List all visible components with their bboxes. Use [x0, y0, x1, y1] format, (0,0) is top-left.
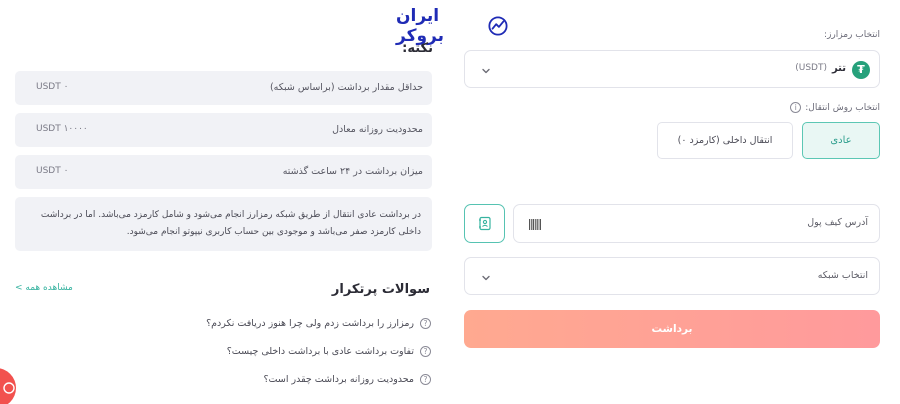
address-book-icon: [478, 216, 491, 231]
scan-address-button[interactable]: [464, 204, 505, 243]
question-icon: ?: [420, 374, 431, 385]
chart-trend-icon: [488, 16, 508, 36]
coin-code: (USDT): [795, 63, 827, 73]
network-select-placeholder: انتخاب شبکه: [817, 270, 868, 281]
withdraw-button-label: برداشت: [651, 323, 693, 335]
info-row-value: USDT ۰: [36, 82, 69, 92]
method-normal-label: عادی: [830, 135, 852, 146]
question-icon: ?: [420, 318, 431, 329]
chevron-down-icon: [480, 269, 492, 288]
info-row-value: USDT ۰: [36, 166, 69, 176]
faq-question: تفاوت برداشت عادی با برداشت داخلی چیست؟: [226, 346, 414, 357]
faq-item[interactable]: ? محدودیت روزانه برداشت چقدر است؟: [264, 374, 431, 385]
faq-question: رمزارز را برداشت زدم ولی چرا هنوز دریافت…: [206, 318, 414, 329]
info-row-min-withdraw: حداقل مقدار برداشت (براساس شبکه) USDT ۰: [15, 71, 432, 105]
support-chat-button[interactable]: [0, 368, 16, 404]
coin-select[interactable]: ₮ تتر (USDT): [464, 50, 880, 88]
brand-logo[interactable]: ایران بروکر: [396, 6, 508, 46]
info-row-last-24h: میزان برداشت در ۲۴ ساعت گذشته USDT ۰: [15, 155, 432, 189]
transfer-method-label: انتخاب روش انتقال:: [805, 102, 880, 113]
info-row-value: USDT ۱۰۰۰۰: [36, 124, 88, 134]
coin-name: تتر: [831, 63, 846, 74]
faq-item[interactable]: ? رمزارز را برداشت زدم ولی چرا هنوز دریا…: [206, 318, 431, 329]
info-row-label: محدودیت روزانه معادل: [332, 124, 423, 135]
info-icon[interactable]: i: [790, 102, 802, 113]
method-internal-button[interactable]: انتقال داخلی (کارمزد ۰): [657, 122, 793, 159]
faq-title: سوالات پرتکرار: [331, 282, 430, 297]
brand-name: ایران بروکر: [396, 6, 445, 46]
wallet-address-placeholder: آدرس کیف پول: [807, 217, 868, 228]
withdraw-button[interactable]: برداشت: [464, 310, 880, 348]
faq-question: محدودیت روزانه برداشت چقدر است؟: [263, 374, 414, 385]
chevron-down-icon: [480, 62, 492, 81]
note-description: در برداشت عادی انتقال از طریق شبکه رمزار…: [15, 197, 432, 251]
transfer-method-label-row: انتخاب روش انتقال: i: [790, 102, 880, 113]
wallet-address-field[interactable]: آدرس کیف پول: [513, 204, 880, 243]
info-row-label: حداقل مقدار برداشت (براساس شبکه): [269, 82, 423, 93]
method-internal-label: انتقال داخلی (کارمزد ۰): [677, 135, 773, 146]
faq-item[interactable]: ? تفاوت برداشت عادی با برداشت داخلی چیست…: [227, 346, 431, 357]
note-text-line: داخلی کارمزد صفر می‌باشد و موجودی بین حس…: [126, 227, 421, 237]
coin-select-label: انتخاب رمزارز:: [824, 30, 880, 40]
network-select[interactable]: انتخاب شبکه: [464, 257, 880, 295]
note-title: نکته:: [402, 41, 433, 56]
question-icon: ?: [420, 346, 431, 357]
method-normal-button[interactable]: عادی: [802, 122, 880, 159]
tether-icon: ₮: [852, 61, 870, 79]
chat-icon: [3, 382, 15, 394]
note-text-line: در برداشت عادی انتقال از طریق شبکه رمزار…: [40, 210, 421, 220]
info-row-label: میزان برداشت در ۲۴ ساعت گذشته: [282, 166, 423, 177]
view-all-link[interactable]: مشاهده همه >: [15, 283, 73, 293]
barcode-icon[interactable]: [529, 219, 541, 230]
info-row-daily-limit: محدودیت روزانه معادل USDT ۱۰۰۰۰: [15, 113, 432, 147]
